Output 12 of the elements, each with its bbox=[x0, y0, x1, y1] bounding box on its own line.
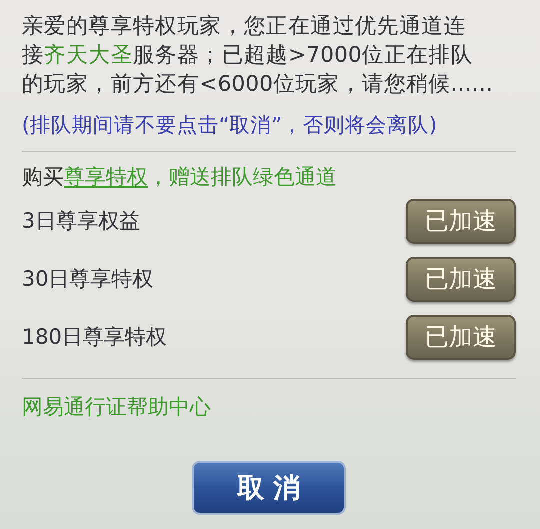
accelerated-button[interactable]: 已加速 bbox=[406, 256, 516, 302]
privilege-link[interactable]: 尊享特权 bbox=[64, 165, 148, 189]
cancel-button[interactable]: 取 消 bbox=[192, 461, 346, 515]
warning-text: (排队期间请不要点击“取消”，否则将会离队) bbox=[22, 112, 438, 139]
promo-text: 购买尊享特权，赠送排队绿色通道 bbox=[22, 164, 338, 191]
accelerated-button[interactable]: 已加速 bbox=[406, 314, 516, 360]
accelerated-button[interactable]: 已加速 bbox=[406, 198, 516, 244]
queue-message: 亲爱的尊享特权玩家，您正在通过优先通道连 接齐天大圣服务器；已超越>7000位正在排队 的玩家，前方还有<6000位玩家，请您稍候...... bbox=[22, 13, 494, 99]
help-center-link[interactable]: 网易通行证帮助中心 bbox=[22, 393, 516, 421]
privilege-name: 3日尊享权益 bbox=[22, 208, 140, 235]
privilege-name: 30日尊享特权 bbox=[22, 266, 154, 293]
privilege-name: 180日尊享特权 bbox=[22, 324, 168, 351]
